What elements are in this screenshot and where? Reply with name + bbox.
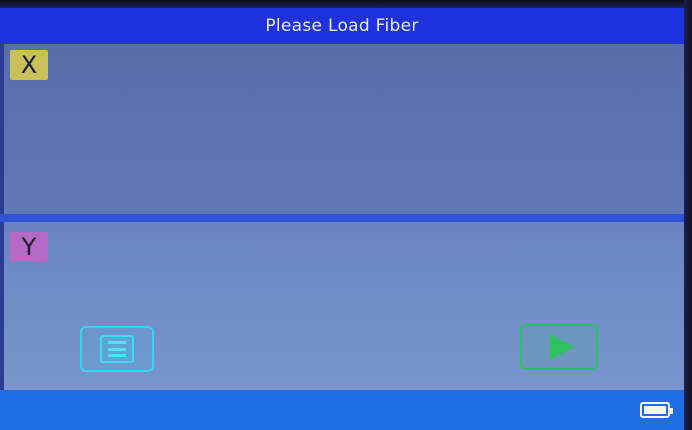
top-bezel bbox=[0, 0, 692, 8]
status-bar bbox=[0, 390, 684, 430]
y-camera-view: Y bbox=[4, 222, 684, 390]
x-camera-view: X bbox=[4, 44, 684, 214]
battery-icon bbox=[640, 402, 673, 418]
start-button[interactable] bbox=[520, 324, 598, 370]
status-title: Please Load Fiber bbox=[265, 16, 419, 36]
play-icon bbox=[550, 334, 574, 360]
title-bar: Please Load Fiber bbox=[0, 8, 684, 44]
view-divider bbox=[0, 214, 692, 222]
battery-level bbox=[644, 406, 666, 414]
splicer-screen: Please Load Fiber X Y bbox=[0, 0, 692, 430]
x-axis-label: X bbox=[10, 50, 48, 80]
menu-button[interactable] bbox=[80, 326, 154, 372]
y-axis-label: Y bbox=[10, 232, 48, 262]
menu-icon bbox=[100, 335, 134, 363]
right-bezel bbox=[684, 0, 692, 430]
